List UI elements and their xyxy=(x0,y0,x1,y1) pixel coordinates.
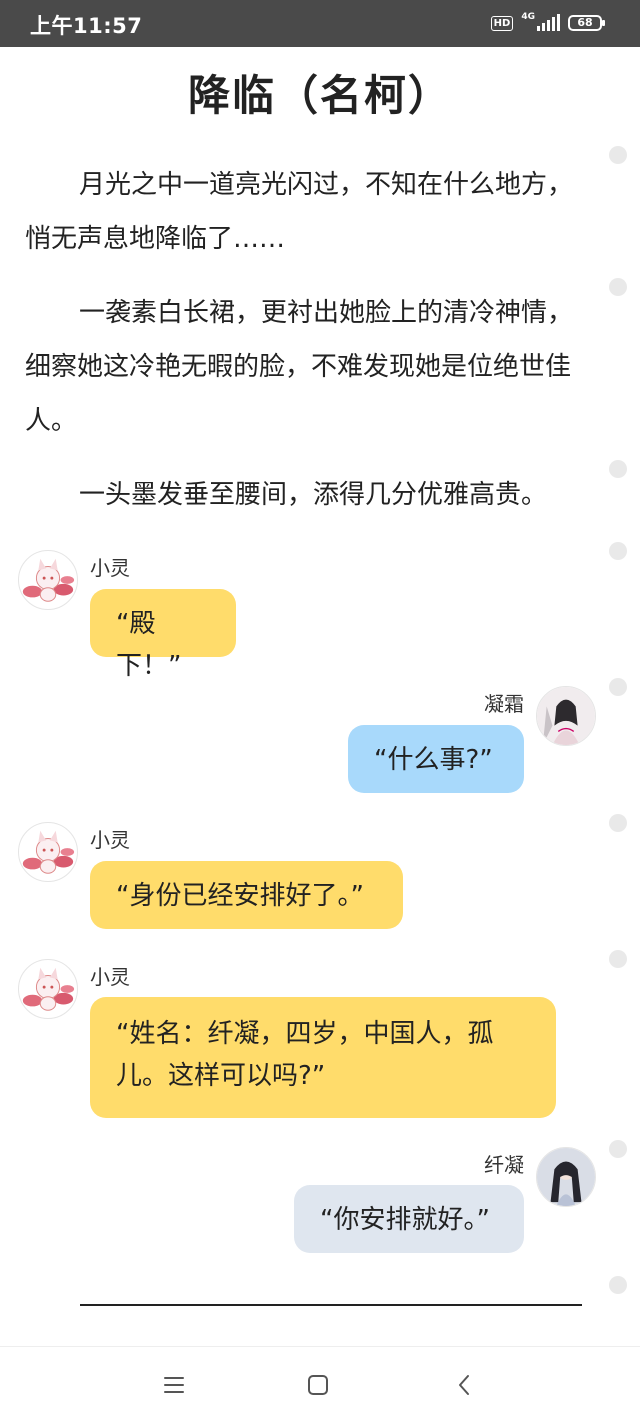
paragraph-comment-dot[interactable] xyxy=(609,950,627,968)
speaker-name: 小灵 xyxy=(90,556,130,580)
paragraph-comment-dot[interactable] xyxy=(609,146,627,164)
fox-avatar-icon[interactable] xyxy=(18,822,78,882)
fox-avatar-icon[interactable] xyxy=(18,959,78,1019)
navigation-bar xyxy=(0,1346,640,1423)
end-divider xyxy=(80,1304,582,1306)
paragraph-2: 一袭素白长裙，更衬出她脸上的清冷神情，细察她这冷艳无暇的脸，不难发现她是位绝世佳… xyxy=(25,298,574,436)
status-bar: 上午11:57 HD 4G 68 xyxy=(0,0,640,47)
chat-bubble: “身份已经安排好了。” xyxy=(90,861,403,929)
paragraph-comment-dot[interactable] xyxy=(609,1276,627,1294)
paragraph-comment-dot[interactable] xyxy=(609,542,627,560)
paragraph-comment-dot[interactable] xyxy=(609,1140,627,1158)
girl-avatar-icon[interactable] xyxy=(536,1147,596,1207)
paragraph-comment-dot[interactable] xyxy=(609,460,627,478)
fox-avatar-icon[interactable] xyxy=(18,550,78,610)
back-chevron-icon[interactable] xyxy=(444,1369,484,1401)
paragraph-comment-dot[interactable] xyxy=(609,814,627,832)
woman-avatar-icon[interactable] xyxy=(536,686,596,746)
article-title: 降临（名柯） xyxy=(187,71,452,120)
status-icons: HD 4G 68 xyxy=(490,12,605,34)
speaker-name: 小灵 xyxy=(90,965,130,989)
network-type-label: 4G xyxy=(521,12,535,22)
status-time: 上午11:57 xyxy=(30,14,143,38)
chat-bubble: “什么事?” xyxy=(348,725,524,793)
signal-strength-icon xyxy=(537,14,560,31)
hd-icon: HD xyxy=(490,15,514,31)
battery-icon: 68 xyxy=(568,15,605,31)
chat-bubble: “殿下！” xyxy=(90,589,236,681)
paragraph-1: 月光之中一道亮光闪过，不知在什么地方，悄无声息地降临了…… xyxy=(25,170,574,254)
speaker-name: 纤凝 xyxy=(484,1153,524,1177)
home-square-icon[interactable] xyxy=(298,1369,338,1401)
paragraph-3: 一头墨发垂至腰间，添得几分优雅高贵。 xyxy=(79,480,548,510)
speaker-name: 凝霜 xyxy=(484,692,524,716)
chat-bubble: “姓名：纤凝，四岁，中国人，孤儿。这样可以吗?” xyxy=(90,997,556,1118)
paragraph-comment-dot[interactable] xyxy=(609,678,627,696)
paragraph-comment-dot[interactable] xyxy=(609,278,627,296)
menu-icon[interactable] xyxy=(154,1369,194,1401)
speaker-name: 小灵 xyxy=(90,828,130,852)
chat-bubble: “你安排就好。” xyxy=(294,1185,524,1253)
